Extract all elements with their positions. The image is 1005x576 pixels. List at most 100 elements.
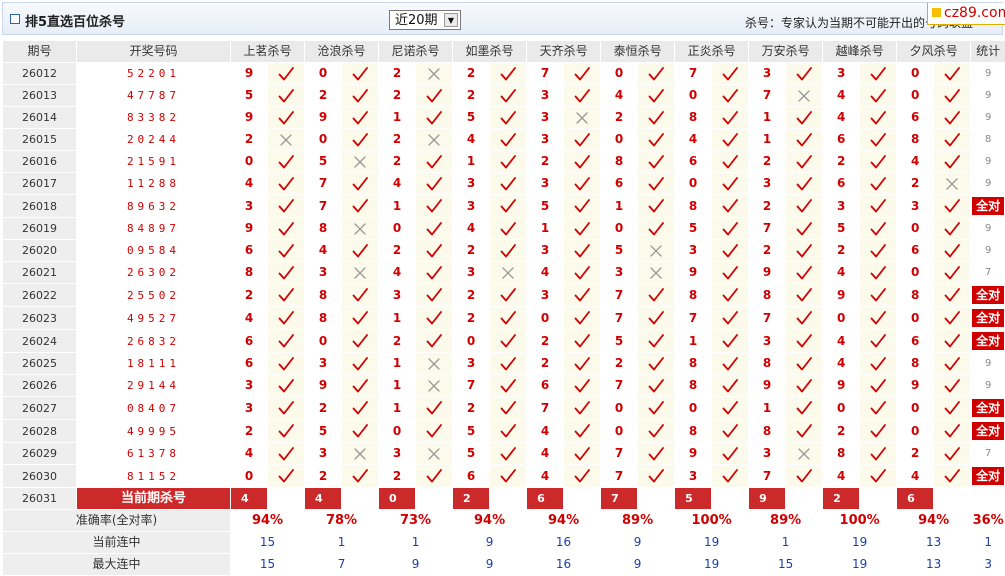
issue-cell: 26013	[2, 84, 77, 107]
check-icon	[722, 243, 738, 257]
result-mark-cell	[637, 442, 676, 465]
cross-icon	[354, 222, 366, 235]
check-icon	[796, 243, 813, 257]
kill-number-cell: 2	[378, 329, 417, 353]
check-icon	[944, 446, 961, 460]
kill-table: 期号 开奖号码 上茗杀号 沧浪杀号 尼诺杀号 如墨杀号 天齐杀号 泰恒杀号 正炎杀号 万安杀号 越峰…	[2, 40, 1005, 576]
result-mark-cell	[415, 464, 454, 488]
current-kill-number: 9	[748, 487, 787, 510]
table-row: 26018 89632 3 7 1 3 5 1 8 2 3 3 全对	[2, 194, 1005, 218]
kill-number-cell: 6	[526, 374, 565, 397]
kill-number-cell: 2	[452, 239, 491, 262]
accuracy-row-stat: 36%	[970, 509, 1005, 532]
stat-value: 7	[984, 448, 992, 459]
kill-number-cell: 6	[822, 172, 861, 195]
check-icon	[648, 311, 664, 325]
check-icon	[796, 154, 813, 168]
result-mark-cell	[563, 194, 602, 218]
result-mark-cell	[415, 150, 454, 173]
stat-value: 9	[984, 178, 992, 189]
result-mark-cell	[489, 128, 528, 151]
result-mark-cell	[341, 464, 380, 488]
result-mark-cell	[489, 172, 528, 195]
kill-number-cell: 3	[230, 374, 268, 397]
table-row: 26028 49995 2 5 0 5 4 0 8 8 2 0 全对	[2, 419, 1005, 443]
kill-number-cell: 4	[378, 261, 417, 284]
kill-number-cell: 0	[822, 306, 861, 330]
draw-cell: 08407	[76, 396, 231, 420]
check-icon	[796, 334, 813, 348]
result-mark-cell	[933, 329, 972, 353]
result-mark-cell	[341, 172, 380, 195]
kill-number-cell: 2	[378, 464, 417, 488]
result-mark-cell	[933, 261, 972, 284]
issue-cell: 26030	[2, 464, 77, 488]
stat-cell: 7	[970, 261, 1005, 284]
check-icon	[574, 311, 590, 325]
check-icon	[796, 288, 813, 302]
period-select[interactable]: 近20期 ▼	[389, 10, 461, 30]
cross-icon	[428, 67, 440, 80]
result-mark-cell	[415, 128, 454, 151]
check-icon	[574, 288, 590, 302]
result-mark-cell	[415, 396, 454, 420]
result-mark-cell	[859, 396, 898, 420]
chevron-down-icon[interactable]: ▼	[444, 13, 458, 27]
check-icon	[648, 110, 664, 124]
result-mark-cell	[933, 194, 972, 218]
stat-cell: 9	[970, 62, 1005, 85]
issue-cell: 26018	[2, 194, 77, 218]
kill-number-cell: 0	[378, 419, 417, 443]
result-mark-cell	[785, 194, 824, 218]
all-correct-badge: 全对	[972, 467, 1005, 485]
result-mark-cell	[341, 419, 380, 443]
stat-value: 8	[984, 134, 992, 145]
check-icon	[796, 199, 813, 213]
check-icon	[278, 176, 294, 190]
table-row: 26024 26832 6 0 2 0 2 5 1 3 4 6 全对	[2, 329, 1005, 353]
check-icon	[500, 221, 516, 235]
check-icon	[352, 356, 368, 370]
result-mark-cell	[266, 261, 306, 284]
accuracy-row-value: 94%	[452, 509, 528, 532]
all-correct-badge: 全对	[972, 197, 1005, 215]
result-mark-cell	[415, 217, 454, 240]
max-streak-row-value: 16	[526, 553, 602, 576]
check-icon	[426, 154, 442, 168]
stat-cell: 全对	[970, 194, 1005, 218]
kill-number-cell: 7	[600, 464, 639, 488]
result-mark-cell	[785, 352, 824, 375]
check-icon	[574, 378, 590, 392]
table-row: 26013 47787 5 2 2 2 3 4 0 7 4 0 9	[2, 84, 1005, 107]
kill-number-cell: 9	[674, 261, 713, 284]
stat-cell: 7	[970, 442, 1005, 465]
accuracy-row-value: 94%	[526, 509, 602, 532]
result-mark-cell	[415, 283, 454, 307]
result-mark-cell	[489, 419, 528, 443]
result-mark-cell	[266, 283, 306, 307]
check-icon	[648, 356, 664, 370]
result-mark-cell	[266, 62, 306, 85]
issue-cell: 26025	[2, 352, 77, 375]
stat-value: 9	[984, 380, 992, 391]
result-mark-cell	[563, 217, 602, 240]
check-icon	[574, 132, 590, 146]
table-row: 26012 52201 9 0 2 2 7 0 7 3 3 0 9	[2, 62, 1005, 85]
kill-number-cell: 0	[822, 396, 861, 420]
site-logo[interactable]: cz89.com	[927, 3, 1005, 25]
kill-number-cell: 1	[600, 194, 639, 218]
kill-number-cell: 2	[378, 84, 417, 107]
kill-number-cell: 7	[600, 283, 639, 307]
result-mark-cell	[933, 306, 972, 330]
result-mark-cell	[637, 62, 676, 85]
check-icon	[426, 199, 442, 213]
table-row: 26020 09584 6 4 2 2 3 5 3 2 2 6 9	[2, 239, 1005, 262]
draw-cell: 81152	[76, 464, 231, 488]
kill-number-cell: 0	[600, 419, 639, 443]
cross-icon	[428, 447, 440, 460]
kill-number-cell: 4	[304, 239, 343, 262]
kill-number-cell: 3	[526, 84, 565, 107]
current-mark-empty	[711, 487, 750, 510]
result-mark-cell	[563, 150, 602, 173]
draw-cell: 47787	[76, 84, 231, 107]
